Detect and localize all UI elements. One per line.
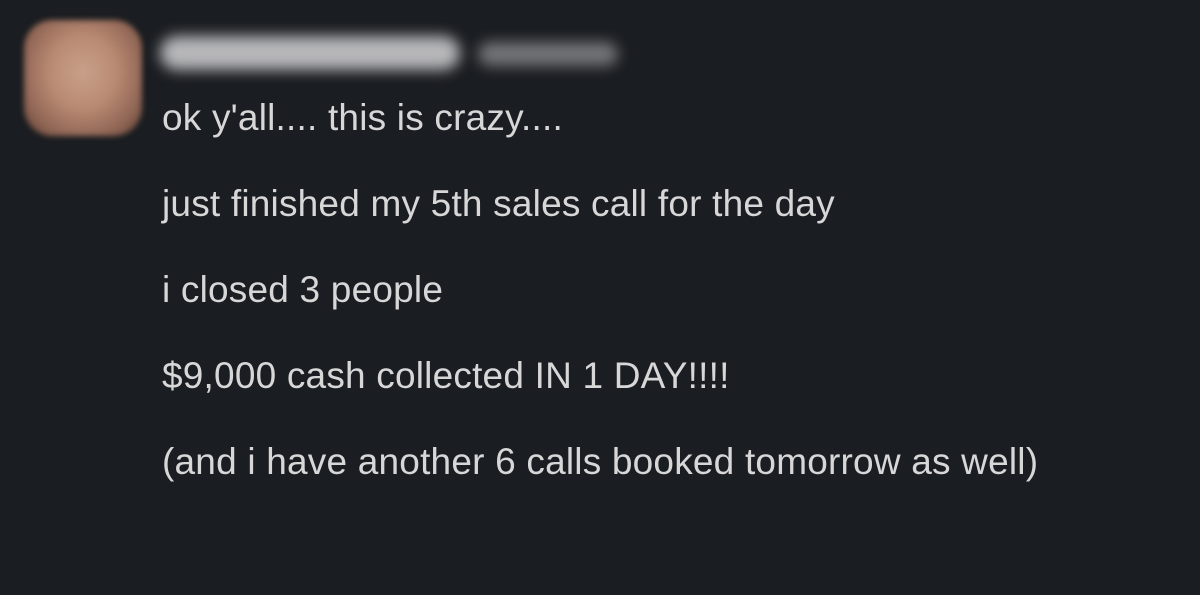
message-line: just finished my 5th sales call for the … [162, 183, 835, 224]
message-body: ok y'all.... this is crazy.... just fini… [162, 96, 1172, 484]
message-line: (and i have another 6 calls booked tomor… [162, 441, 1039, 482]
author-name-redacted[interactable] [160, 36, 460, 70]
message-line: i closed 3 people [162, 269, 444, 310]
message-line: ok y'all.... this is crazy.... [162, 97, 563, 138]
avatar[interactable] [24, 20, 142, 136]
message-line: $9,000 cash collected IN 1 DAY!!!! [162, 355, 730, 396]
timestamp-redacted [478, 42, 618, 66]
chat-message: ok y'all.... this is crazy.... just fini… [0, 0, 1200, 595]
message-header [160, 26, 630, 76]
